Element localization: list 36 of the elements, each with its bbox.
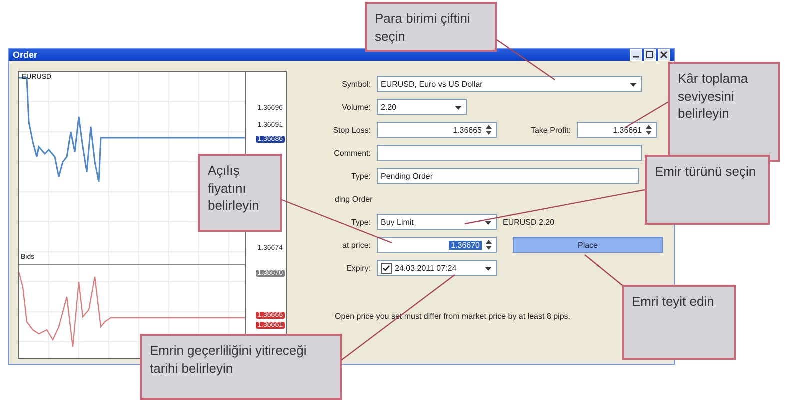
expiry-field[interactable]: 24.03.2011 07:24 bbox=[377, 260, 497, 276]
field-label: Take Profit: bbox=[530, 126, 571, 134]
take-profit-field[interactable]: 1.36661 bbox=[577, 122, 657, 138]
close-icon[interactable] bbox=[658, 49, 670, 61]
maximize-icon[interactable] bbox=[644, 49, 656, 61]
annotation-callout: Açılış fiyatını belirleyin bbox=[198, 154, 282, 232]
annotation-callout: Emir türünü seçin bbox=[645, 155, 770, 225]
field-label: Volume: bbox=[341, 102, 371, 112]
field-label: Type: bbox=[350, 172, 371, 180]
field-label: at price: bbox=[342, 240, 371, 250]
spinner-arrows-icon[interactable] bbox=[645, 124, 653, 136]
section-heading: ding Order bbox=[334, 194, 373, 204]
window-title: Order bbox=[13, 50, 38, 60]
annotation-callout: Emrin geçerliliğini yitireceği tarihi belirleyin bbox=[140, 334, 342, 400]
order-type-dropdown[interactable]: Buy Limit bbox=[377, 214, 497, 230]
spinner-arrows-icon[interactable] bbox=[485, 124, 493, 136]
symbol-volume-info: EURUSD 2.20 bbox=[503, 218, 555, 226]
stop-loss-field[interactable]: 1.36665 bbox=[377, 122, 497, 138]
field-label: Comment: bbox=[333, 148, 371, 158]
field-label: Stop Loss: bbox=[332, 126, 371, 134]
field-label: Type: bbox=[350, 218, 371, 226]
spinner-arrows-icon[interactable] bbox=[485, 239, 493, 251]
field-label: Expiry: bbox=[346, 264, 371, 272]
symbol-dropdown[interactable]: EURUSD, Euro vs US Dollar bbox=[377, 76, 642, 92]
annotation-callout: Emri teyit edin bbox=[622, 285, 736, 360]
leader-line bbox=[496, 40, 556, 80]
volume-dropdown[interactable]: 2.20 bbox=[377, 99, 467, 115]
type-dropdown[interactable]: Pending Order bbox=[377, 168, 639, 184]
field-label: Symbol: bbox=[341, 80, 371, 88]
comment-field[interactable] bbox=[377, 145, 642, 161]
minimize-icon[interactable] bbox=[630, 49, 642, 61]
annotation-callout: Para birimi çiftini seçin bbox=[365, 2, 497, 52]
price-field[interactable]: 1.36670 bbox=[377, 237, 497, 253]
expiry-checkbox[interactable] bbox=[381, 262, 392, 274]
place-button[interactable]: Place bbox=[513, 237, 663, 253]
annotation-callout: Kâr toplama seviyesini belirleyin bbox=[668, 62, 780, 162]
